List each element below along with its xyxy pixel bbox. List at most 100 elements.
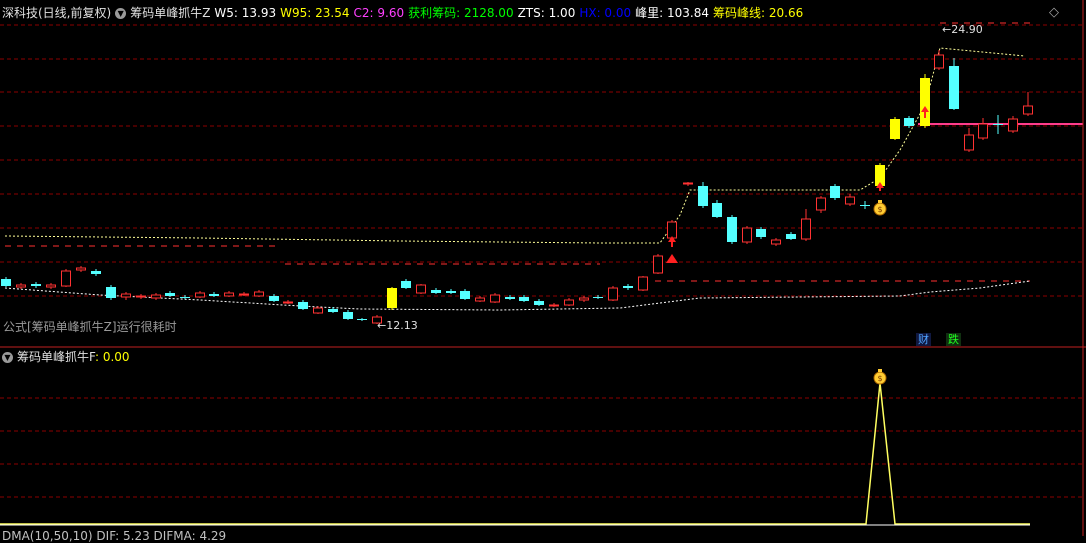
candle-body [698,186,708,206]
candle-23 [343,310,353,320]
candle-body [519,297,529,301]
candle-17 [254,290,264,297]
field-6: 峰里: 103.84 [635,6,710,20]
candle-3 [46,283,56,289]
candle-body [505,297,515,299]
candle-body [786,234,796,239]
drop-badge[interactable]: 跌 [946,333,961,346]
candle-body [638,276,648,291]
high-price-label: ←24.90 [940,23,985,36]
candle-33 [490,293,500,303]
candle-29 [431,288,441,294]
candle-48 [712,200,722,218]
sub-panel-plot: $ [0,369,1030,526]
candle-body [387,288,397,308]
dma-header: DMA(10,50,10) DIF: 5.23 DIFMA: 4.29 [2,529,227,543]
candle-24 [357,318,367,321]
candle-54 [801,209,811,241]
candle-66 [978,118,988,140]
candle-38 [564,298,574,306]
field-5: HX: 0.00 [579,6,632,20]
candle-body [993,124,1003,125]
candle-11 [165,291,175,297]
candle-body [623,286,633,288]
candle-body [1023,105,1033,115]
field-1: W95: 23.54 [280,6,350,20]
candle-36 [534,299,544,306]
candle-body [446,291,456,293]
candle-body [667,221,677,239]
candle-15 [224,291,234,297]
candle-42 [623,284,633,290]
candle-1 [16,283,26,289]
candle-37 [549,303,559,307]
chevron-down-icon[interactable]: ▼ [2,352,13,363]
candle-body [712,203,722,217]
candle-body [431,290,441,293]
candle-body [283,301,293,304]
candle-body [683,182,693,185]
candle-52 [771,238,781,246]
candle-57 [845,194,855,206]
candle-body [16,284,26,288]
finance-badge[interactable]: 财 [916,333,931,346]
candle-28 [416,284,426,294]
candle-55 [816,196,826,213]
candle-56 [830,184,840,200]
chart-canvas: $ $ [0,0,1086,536]
candle-body [593,297,603,298]
chevron-down-icon[interactable]: ▼ [115,8,127,19]
candle-46 [683,182,693,186]
candle-body [1,279,11,286]
candle-body [549,304,559,307]
candle-body [151,294,161,299]
candle-67 [993,115,1003,134]
candle-26 [387,287,397,310]
candle-5 [76,266,86,272]
stock-name[interactable]: 深科技(日线,前复权) [2,6,111,20]
candle-body [727,217,737,242]
low-price-label: ←12.13 [375,319,420,332]
candle-body [313,307,323,314]
candle-body [978,123,988,139]
sub-indicator-name[interactable]: 筹码单峰抓牛F [17,350,95,364]
candle-40 [593,295,603,299]
candle-body [136,295,146,298]
field-4: ZTS: 1.00 [517,6,576,20]
diamond-icon[interactable]: ◇ [1049,6,1059,20]
candle-body [209,294,219,296]
candle-body [534,301,544,305]
candle-62 [920,74,930,128]
candle-body [742,227,752,243]
candle-39 [579,296,589,302]
candle-68 [1008,116,1018,133]
candle-6 [91,269,101,276]
main-header: 深科技(日线,前复权) ▼ 筹码单峰抓牛Z W5: 13.93 W95: 23.54 C2… [2,6,811,20]
candle-body [890,119,900,139]
candle-30 [446,289,456,294]
candle-body [31,284,41,286]
candle-body [328,309,338,312]
candle-43 [638,276,648,291]
candle-body [357,319,367,320]
candle-body [180,297,190,298]
field-0: W5: 13.93 [214,6,277,20]
candle-9 [136,294,146,299]
indicator-name[interactable]: 筹码单峰抓牛Z [130,6,210,20]
candle-31 [460,289,470,300]
sub-indicator-value: : 0.00 [94,350,130,364]
candle-49 [727,215,737,244]
field-2: C2: 9.60 [353,6,405,20]
candle-2 [31,282,41,288]
candle-60 [890,117,900,140]
candle-body [564,299,574,306]
candle-body [298,302,308,309]
candle-20 [298,300,308,310]
candle-body [269,296,279,301]
candle-41 [608,286,618,301]
candle-body [46,284,56,288]
candle-body [934,54,944,69]
candle-body [121,293,131,298]
candle-body [401,281,411,288]
candle-body [860,205,870,206]
